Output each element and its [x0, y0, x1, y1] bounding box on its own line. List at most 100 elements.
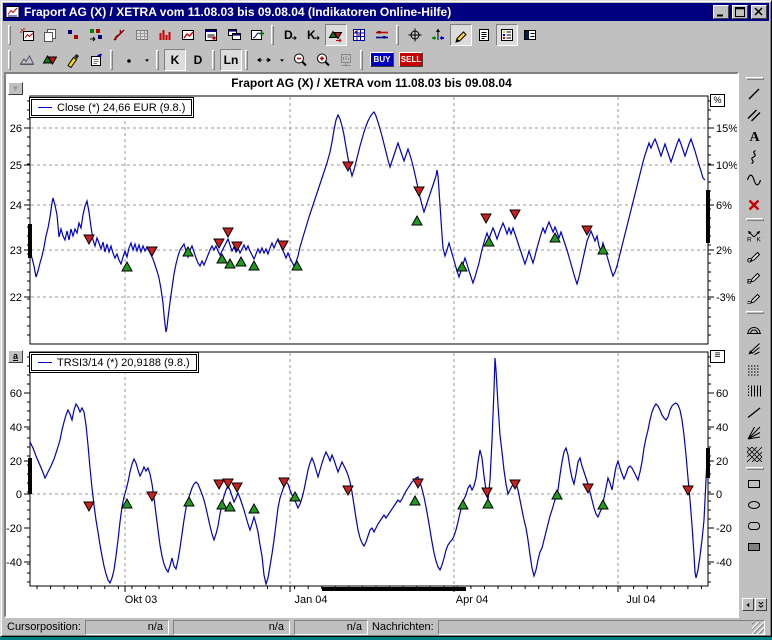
signal-triangles-button[interactable]	[39, 49, 61, 71]
remove-smoothing-button[interactable]	[108, 24, 130, 46]
scroll-more-button[interactable]	[755, 598, 767, 611]
minimize-button[interactable]	[713, 5, 729, 19]
data-table-icon	[134, 27, 151, 43]
toolbar-grip	[245, 50, 248, 70]
rectangle-tool[interactable]	[743, 473, 766, 494]
log-scale-button[interactable]: Ln	[220, 49, 242, 71]
cascade-windows-button[interactable]	[223, 24, 245, 46]
new-chart-button[interactable]	[16, 24, 38, 46]
gann-grid-tool[interactable]	[743, 443, 766, 464]
resize-grip[interactable]	[752, 622, 764, 634]
scroll-left-button[interactable]	[742, 598, 754, 611]
line-tool[interactable]	[743, 83, 766, 104]
svg-text:Okt 03: Okt 03	[125, 594, 157, 606]
zoom-in-button[interactable]	[312, 49, 334, 71]
point-size-button[interactable]	[118, 49, 140, 71]
filled-rect-tool[interactable]	[743, 536, 766, 557]
parallel-lines-tool[interactable]	[743, 104, 766, 125]
svg-text:60: 60	[10, 388, 22, 400]
trend-channel-tool[interactable]: RK	[743, 224, 766, 245]
report-window-button[interactable]	[200, 24, 222, 46]
grid-table-button[interactable]	[348, 24, 370, 46]
drawing-toolbar-scroll	[741, 598, 768, 611]
axis-arrows-icon	[430, 27, 447, 43]
toolbar-grip	[746, 467, 764, 470]
pane1-collapse-button[interactable]: ▼	[8, 82, 23, 95]
title-bar[interactable]: Fraport AG (X) / XETRA vom 11.08.03 bis …	[3, 3, 769, 21]
buy-button[interactable]: BUY	[370, 52, 394, 67]
histogram-icon	[157, 27, 174, 43]
compare-lines-button[interactable]	[371, 24, 393, 46]
layout-panel-button[interactable]	[519, 24, 541, 46]
svg-text:=: =	[747, 299, 751, 306]
svg-text:R: R	[747, 236, 752, 243]
trendline-tool[interactable]	[743, 401, 766, 422]
sell-button[interactable]: SELL	[399, 52, 423, 67]
draw-pencil-button[interactable]	[450, 24, 472, 46]
toolbar-grip	[8, 25, 11, 45]
fibonacci-arcs-tool[interactable]	[743, 317, 766, 338]
signals-button[interactable]	[325, 24, 347, 46]
candle-data-button[interactable]: K	[302, 24, 324, 46]
ellipse-tool[interactable]	[743, 494, 766, 515]
chart-area[interactable]: 2615%2510%246%232%22-3%60604040202000-20…	[4, 72, 739, 618]
line-chart-button[interactable]	[177, 24, 199, 46]
maximize-button[interactable]	[732, 5, 748, 19]
svg-text:Jul 04: Jul 04	[626, 594, 655, 606]
svg-text:K: K	[757, 236, 762, 243]
app-window: Fraport AG (X) / XETRA vom 11.08.03 bis …	[0, 0, 772, 637]
fibonacci-fan-tool[interactable]	[743, 338, 766, 359]
daily-data-button[interactable]: D	[279, 24, 301, 46]
legend-line-sample-icon	[38, 107, 52, 108]
daily-mode-button[interactable]: D	[187, 49, 209, 71]
fibonacci-retracement-tool[interactable]	[743, 359, 766, 380]
regression-g-tool[interactable]: G	[743, 245, 766, 266]
data-transfer-button[interactable]	[85, 24, 107, 46]
bar-width-button[interactable]	[253, 49, 275, 71]
histogram-button[interactable]	[154, 24, 176, 46]
zoom-out-button[interactable]	[289, 49, 311, 71]
gann-fan-tool[interactable]	[743, 422, 766, 443]
mountain-chart-button[interactable]	[16, 49, 38, 71]
svg-text:0: 0	[716, 489, 722, 501]
marker-pen-button[interactable]	[62, 49, 84, 71]
remove-smoothing-icon	[111, 27, 128, 43]
add-chart-button[interactable]	[246, 24, 268, 46]
add-chart-icon	[249, 27, 266, 43]
bar-width-dropdown[interactable]	[276, 49, 288, 71]
legend-list-button[interactable]	[496, 24, 518, 46]
text-tool[interactable]: A	[743, 125, 766, 146]
crosshair-button[interactable]	[404, 24, 426, 46]
vertical-lines-tool[interactable]	[743, 380, 766, 401]
properties-button[interactable]	[85, 49, 107, 71]
vertical-lines-icon	[746, 383, 763, 399]
notes-button[interactable]	[473, 24, 495, 46]
close-button[interactable]	[751, 5, 767, 19]
curve-tool[interactable]	[743, 167, 766, 188]
regression-e-tool[interactable]: E	[743, 266, 766, 287]
toolbar-grip	[110, 50, 113, 70]
status-bar: Cursorposition: n/a n/a n/a Nachrichten:	[3, 618, 769, 636]
pane2-auto-scale-button[interactable]: a	[8, 350, 23, 363]
fibonacci-retracement-icon	[746, 362, 763, 378]
pane2-list-button[interactable]: ≡	[710, 350, 725, 363]
delete-drawing-tool[interactable]	[743, 194, 766, 215]
candlestick-mode-button[interactable]: K	[164, 49, 186, 71]
gann-grid-icon	[746, 446, 763, 462]
legend-close-text: Close (*) 24,66 EUR (9.8.)	[57, 102, 185, 114]
svg-text:25: 25	[10, 160, 22, 172]
cursor-price-field: n/a	[173, 620, 290, 635]
chart-canvas[interactable]: 2615%2510%246%232%22-3%60604040202000-20…	[6, 74, 737, 616]
copy-chart-button[interactable]	[39, 24, 61, 46]
pane1-percent-axis-button[interactable]: %	[710, 94, 725, 107]
data-points-button[interactable]	[62, 24, 84, 46]
rounded-rect-tool[interactable]	[743, 515, 766, 536]
point-size-dropdown[interactable]	[141, 49, 153, 71]
parallel-lines-icon	[746, 107, 763, 123]
regression-eq-tool[interactable]: =	[743, 287, 766, 308]
axis-arrows-button[interactable]	[427, 24, 449, 46]
freehand-tool[interactable]	[743, 146, 766, 167]
toolbar-grip	[212, 50, 215, 70]
data-table-button[interactable]	[131, 24, 153, 46]
subchart-button[interactable]	[335, 49, 357, 71]
